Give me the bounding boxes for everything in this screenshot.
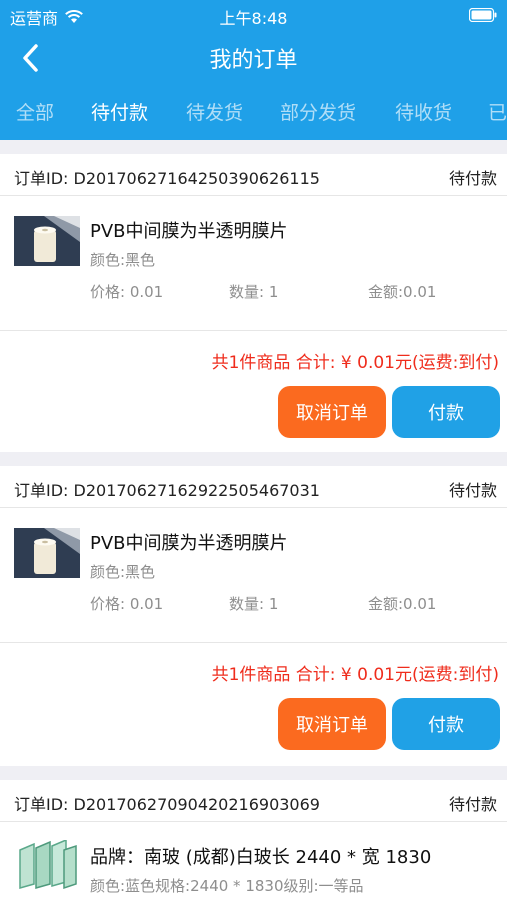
page-title: 我的订单 bbox=[209, 48, 298, 73]
product-name: PVB中间膜为半透明膜片 bbox=[90, 221, 288, 242]
product-amount: 金额:0.01 bbox=[368, 283, 437, 301]
pay-button[interactable]: 付款 bbox=[392, 386, 500, 438]
order-header: 订单ID: D20170627162922505467031 待付款 bbox=[0, 466, 507, 508]
order-id: 订单ID: D20170627162922505467031 bbox=[14, 481, 320, 500]
order-item[interactable]: PVB中间膜为半透明膜片 颜色:黑色 价格: 0.01 数量: 1 金额:0.0… bbox=[0, 196, 507, 331]
product-price: 价格: 0.01 bbox=[90, 595, 164, 613]
product-name: PVB中间膜为半透明膜片 bbox=[90, 533, 288, 554]
product-name: 品牌：南玻 (成都)白玻长 2440 * 宽 1830 bbox=[90, 847, 432, 868]
tab-pending-payment[interactable]: 待付款 bbox=[91, 98, 148, 125]
order-status: 待付款 bbox=[448, 481, 497, 500]
order-status: 待付款 bbox=[448, 795, 497, 814]
order-id: 订单ID: D20170627090420216903069 bbox=[14, 795, 320, 814]
order-status: 待付款 bbox=[448, 169, 497, 188]
order-item[interactable]: PVB中间膜为半透明膜片 颜色:黑色 价格: 0.01 数量: 1 金额:0.0… bbox=[0, 508, 507, 643]
tab-pending-receipt[interactable]: 待收货 bbox=[395, 98, 452, 125]
order-summary: 共1件商品 合计: ¥ 0.01元(运费:到付) bbox=[211, 353, 499, 373]
clock: 上午8:48 bbox=[219, 9, 288, 28]
product-thumbnail bbox=[14, 840, 80, 890]
tab-partially-shipped[interactable]: 部分发货 bbox=[280, 98, 356, 125]
tab-all[interactable]: 全部 bbox=[16, 98, 54, 125]
product-amount: 金额:0.01 bbox=[368, 595, 437, 613]
product-quantity: 数量: 1 bbox=[229, 595, 279, 613]
product-quantity: 数量: 1 bbox=[229, 283, 279, 301]
product-color: 颜色:黑色 bbox=[90, 251, 156, 269]
pay-button[interactable]: 付款 bbox=[392, 698, 500, 750]
order-card: 订单ID: D20170627162922505467031 待付款 PVB中间… bbox=[0, 466, 507, 766]
app-header: 运营商 上午8:48 我的订单 全部 待付款 待发货 部分发货 待收货 已 bbox=[0, 0, 507, 140]
order-item[interactable]: 品牌：南玻 (成都)白玻长 2440 * 宽 1830 颜色:蓝色规格:2440… bbox=[0, 822, 507, 900]
product-color: 颜色:黑色 bbox=[90, 563, 156, 581]
order-header: 订单ID: D20170627164250390626115 待付款 bbox=[0, 154, 507, 196]
battery-icon bbox=[469, 8, 497, 22]
tab-completed[interactable]: 已 bbox=[488, 98, 507, 125]
product-thumbnail bbox=[14, 216, 80, 266]
cancel-order-button[interactable]: 取消订单 bbox=[278, 698, 386, 750]
product-price: 价格: 0.01 bbox=[90, 283, 164, 301]
status-bar: 运营商 上午8:48 bbox=[0, 0, 507, 30]
order-card: 订单ID: D20170627090420216903069 待付款 品牌：南玻… bbox=[0, 780, 507, 900]
product-thumbnail bbox=[14, 528, 80, 578]
order-summary: 共1件商品 合计: ¥ 0.01元(运费:到付) bbox=[211, 665, 499, 685]
product-color: 颜色:蓝色规格:2440 * 1830级别:一等品 bbox=[90, 877, 364, 895]
order-id: 订单ID: D20170627164250390626115 bbox=[14, 169, 320, 188]
order-tabs: 全部 待付款 待发货 部分发货 待收货 已 bbox=[0, 98, 507, 132]
cancel-order-button[interactable]: 取消订单 bbox=[278, 386, 386, 438]
tab-pending-shipment[interactable]: 待发货 bbox=[186, 98, 243, 125]
order-header: 订单ID: D20170627090420216903069 待付款 bbox=[0, 780, 507, 822]
order-card: 订单ID: D20170627164250390626115 待付款 PVB中间… bbox=[0, 154, 507, 452]
